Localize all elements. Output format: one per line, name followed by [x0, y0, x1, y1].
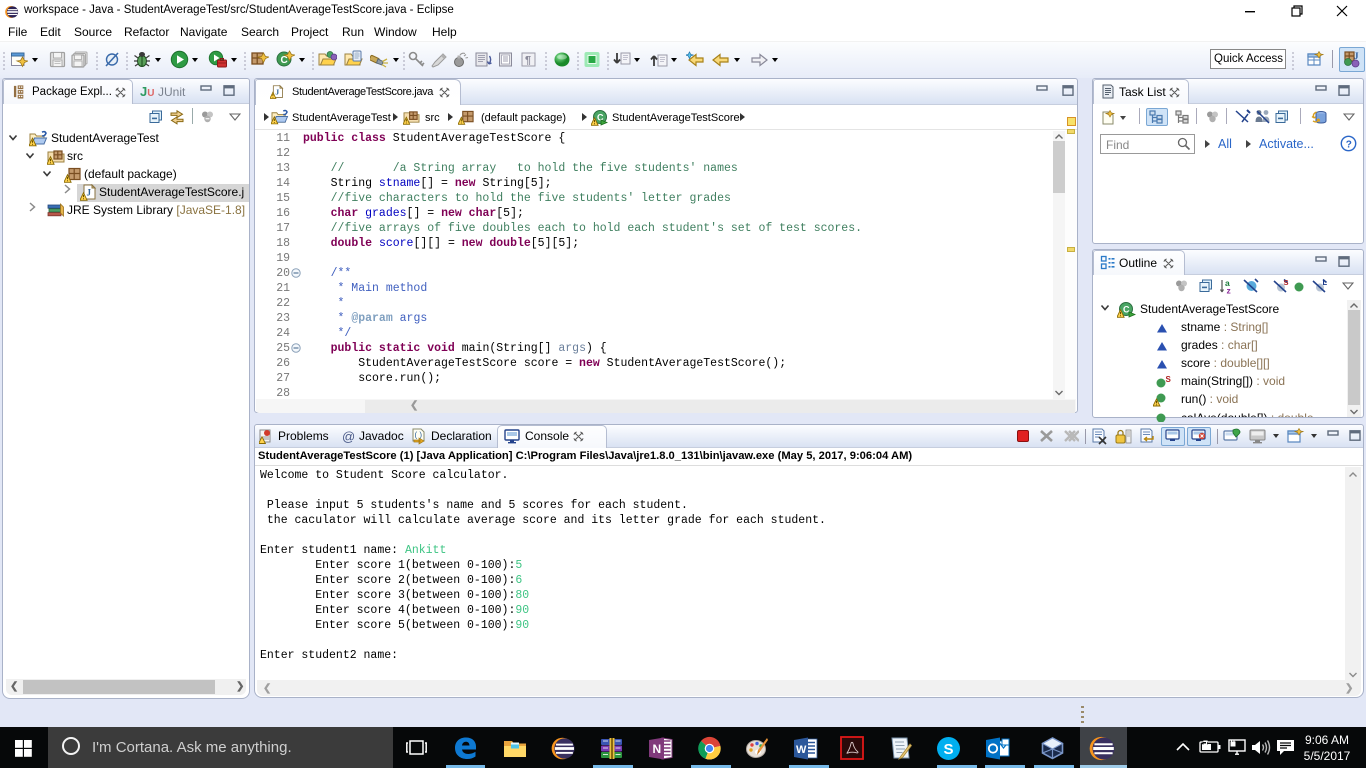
svg-text:S: S [1166, 376, 1172, 384]
svg-text:¶: ¶ [525, 55, 531, 67]
svg-text:J: J [275, 88, 279, 97]
svg-text:S: S [1284, 278, 1289, 287]
svg-text:S: S [944, 741, 954, 758]
svg-text:J: J [87, 188, 92, 198]
svg-text:C: C [281, 55, 288, 66]
svg-text:L: L [1323, 278, 1328, 287]
svg-text:W: W [796, 744, 807, 756]
svg-text:J: J [1354, 51, 1359, 61]
svg-text:N: N [653, 742, 662, 756]
svg-text:?: ? [1346, 139, 1352, 150]
svg-text:z: z [1227, 286, 1231, 296]
svg-text:( ): ( ) [415, 431, 423, 440]
